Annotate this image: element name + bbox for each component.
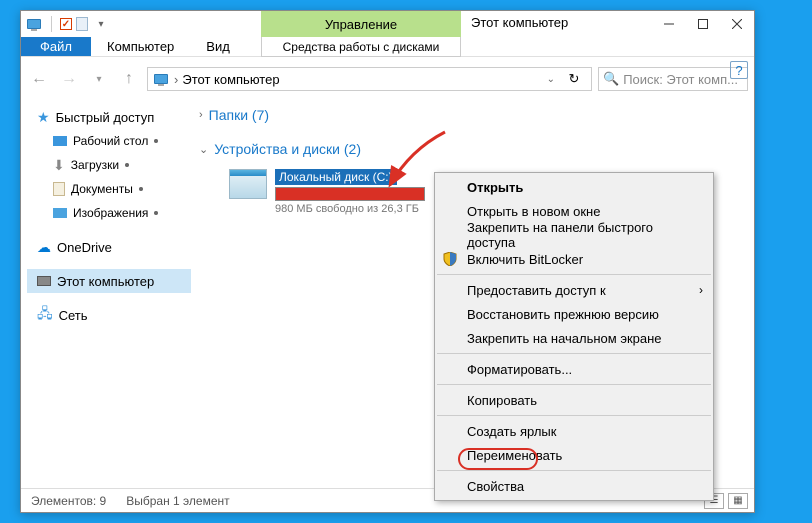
manage-subtab-label: Средства работы с дисками	[261, 37, 461, 57]
pictures-icon	[53, 208, 67, 218]
view-tab[interactable]: Вид	[190, 37, 246, 56]
nav-network[interactable]: 🖧Сеть	[27, 303, 191, 327]
forward-button[interactable]: →	[57, 67, 81, 91]
devices-group-header[interactable]: ⌄ Устройства и диски (2)	[191, 137, 754, 161]
chevron-down-icon: ⌄	[199, 143, 208, 156]
back-button[interactable]: ←	[27, 67, 51, 91]
chevron-right-icon: ›	[699, 283, 703, 297]
ctx-open[interactable]: Открыть	[435, 175, 713, 199]
app-icon	[25, 15, 43, 33]
ctx-create-shortcut[interactable]: Создать ярлык	[435, 419, 713, 443]
window-title: Этот компьютер	[471, 15, 568, 30]
file-tab[interactable]: Файл	[21, 37, 91, 56]
selection-count: Выбран 1 элемент	[126, 494, 229, 508]
quick-access-toolbar: ✓ ▾	[25, 15, 245, 33]
ctx-share[interactable]: Предоставить доступ к›	[435, 278, 713, 302]
recent-dropdown[interactable]: ▾	[87, 67, 111, 91]
drive-details: Локальный диск (C:) 980 МБ свободно из 2…	[275, 169, 445, 215]
drive-name: Локальный диск (C:)	[275, 169, 397, 185]
nav-quick-access[interactable]: ★Быстрый доступ	[27, 105, 191, 129]
shield-icon	[443, 252, 457, 266]
address-dropdown-icon[interactable]: ⌄	[541, 74, 561, 85]
downloads-icon: ⬇	[53, 157, 65, 174]
item-count: Элементов: 9	[31, 494, 106, 508]
annotation-highlight	[458, 448, 538, 470]
folders-group-header[interactable]: › Папки (7)	[191, 103, 754, 127]
search-icon: 🔍	[603, 71, 619, 87]
star-icon: ★	[37, 109, 50, 126]
nav-onedrive[interactable]: ☁OneDrive	[27, 235, 191, 259]
hdd-icon	[229, 169, 267, 199]
help-button[interactable]: ?	[730, 61, 748, 79]
address-bar-row: ← → ▾ ↑ › Этот компьютер ⌄ ↻ 🔍 Поиск: Эт…	[21, 63, 754, 95]
maximize-button[interactable]	[686, 11, 720, 37]
desktop-icon	[53, 136, 67, 146]
nav-documents[interactable]: Документы	[27, 177, 191, 201]
ctx-pin-start[interactable]: Закрепить на начальном экране	[435, 326, 713, 350]
chevron-right-icon: ›	[199, 109, 203, 121]
nav-desktop[interactable]: Рабочий стол	[27, 129, 191, 153]
qat-dropdown-icon[interactable]: ▾	[92, 15, 110, 33]
drive-c[interactable]: Локальный диск (C:) 980 МБ свободно из 2…	[227, 167, 447, 217]
computer-tab[interactable]: Компьютер	[91, 37, 190, 56]
ctx-restore-version[interactable]: Восстановить прежнюю версию	[435, 302, 713, 326]
nav-this-pc[interactable]: Этот компьютер	[27, 269, 191, 293]
documents-icon	[53, 182, 65, 196]
address-bar[interactable]: › Этот компьютер ⌄ ↻	[147, 67, 592, 91]
titlebar: ✓ ▾ Управление Средства работы с дисками…	[21, 11, 754, 37]
manage-tab-label: Управление	[261, 11, 461, 37]
tiles-view-button[interactable]: ▦	[728, 493, 748, 509]
manage-tab[interactable]: Управление Средства работы с дисками	[261, 11, 461, 57]
nav-pictures[interactable]: Изображения	[27, 201, 191, 225]
address-location: Этот компьютер	[182, 72, 279, 87]
nav-downloads[interactable]: ⬇Загрузки	[27, 153, 191, 177]
ctx-properties[interactable]: Свойства	[435, 474, 713, 498]
ctx-copy[interactable]: Копировать	[435, 388, 713, 412]
minimize-button[interactable]	[652, 11, 686, 37]
search-placeholder: Поиск: Этот комп...	[623, 72, 738, 87]
search-input[interactable]: 🔍 Поиск: Этот комп...	[598, 67, 748, 91]
drive-usage-bar	[275, 187, 425, 201]
pc-icon	[152, 70, 170, 88]
ctx-bitlocker[interactable]: Включить BitLocker	[435, 247, 713, 271]
close-button[interactable]	[720, 11, 754, 37]
ctx-format[interactable]: Форматировать...	[435, 357, 713, 381]
cloud-icon: ☁	[37, 239, 51, 256]
properties-qat-icon[interactable]: ✓	[60, 18, 72, 30]
pc-nav-icon	[37, 276, 51, 286]
network-icon: 🖧	[37, 303, 53, 327]
drive-free-label: 980 МБ свободно из 26,3 ГБ	[275, 203, 445, 215]
navigation-pane: ★Быстрый доступ Рабочий стол ⬇Загрузки Д…	[21, 95, 191, 475]
ctx-pin-quick-access[interactable]: Закрепить на панели быстрого доступа	[435, 223, 713, 247]
new-folder-qat-icon[interactable]	[76, 17, 88, 31]
refresh-button[interactable]: ↻	[561, 71, 587, 87]
up-button[interactable]: ↑	[117, 67, 141, 91]
